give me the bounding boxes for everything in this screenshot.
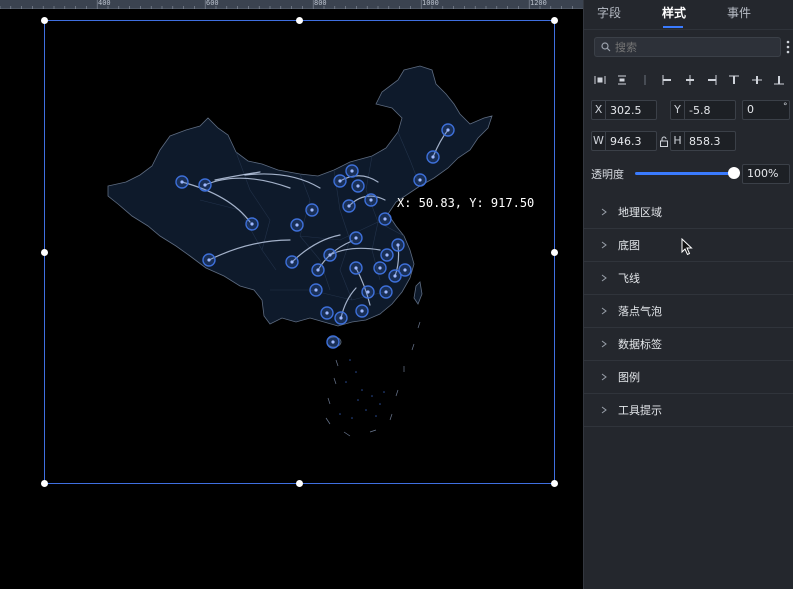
section-label: 落点气泡 [618, 305, 662, 318]
section-label: 底图 [618, 239, 640, 252]
resize-handle-bottom-right[interactable] [551, 480, 558, 487]
section-label: 数据标签 [618, 338, 662, 351]
distribute-vertical-icon[interactable] [614, 72, 630, 88]
section-tooltip[interactable]: 工具提示 [584, 394, 793, 427]
lock-aspect-icon[interactable] [659, 136, 669, 147]
rotation-unit: ° [783, 102, 788, 112]
toolbar-divider [644, 75, 646, 85]
chevron-right-icon [601, 241, 607, 249]
align-bottom-icon[interactable] [771, 72, 787, 88]
align-top-icon[interactable] [726, 72, 742, 88]
section-label: 飞线 [618, 272, 640, 285]
section-label: 工具提示 [618, 404, 662, 417]
resize-handle-top-right[interactable] [551, 17, 558, 24]
opacity-input[interactable]: 100% [742, 164, 790, 184]
chevron-right-icon [601, 208, 607, 216]
y-field[interactable]: Y -5.8 [670, 100, 736, 120]
opacity-slider-handle[interactable] [728, 167, 740, 179]
x-field-value[interactable]: 302.5 [606, 104, 642, 117]
y-field-label: Y [671, 101, 685, 119]
align-center-horizontal-icon[interactable] [682, 72, 698, 88]
chevron-right-icon [601, 406, 607, 414]
section-fly-lines[interactable]: 飞线 [584, 262, 793, 295]
active-tab-indicator [663, 26, 683, 28]
panel-tabs: 字段 样式 事件 [584, 0, 793, 30]
section-data-labels[interactable]: 数据标签 [584, 328, 793, 361]
section-bubbles[interactable]: 落点气泡 [584, 295, 793, 328]
width-field-value[interactable]: 946.3 [606, 135, 642, 148]
resize-handle-bottom[interactable] [296, 480, 303, 487]
section-legend[interactable]: 图例 [584, 361, 793, 394]
chevron-right-icon [601, 307, 607, 315]
resize-handle-bottom-left[interactable] [41, 480, 48, 487]
search-icon [601, 42, 611, 52]
align-left-icon[interactable] [659, 72, 675, 88]
opacity-slider-track[interactable] [635, 172, 735, 175]
height-field-label: H [671, 132, 685, 150]
chevron-right-icon [601, 340, 607, 348]
tab-fields[interactable]: 字段 [584, 0, 634, 30]
height-field-value[interactable]: 858.3 [685, 135, 721, 148]
section-label: 图例 [618, 371, 640, 384]
style-sections: 地理区域 底图 飞线 落点气泡 数据标签 图例 工具提示 [584, 196, 793, 427]
align-right-icon[interactable] [704, 72, 720, 88]
section-geo-region[interactable]: 地理区域 [584, 196, 793, 229]
app-window: 400 600 800 1000 1200 X: 50.83, Y: 917.5… [0, 0, 793, 589]
resize-handle-top-left[interactable] [41, 17, 48, 24]
search-input[interactable] [611, 40, 780, 54]
y-field-value[interactable]: -5.8 [685, 104, 710, 117]
resize-handle-top[interactable] [296, 17, 303, 24]
width-field-label: W [592, 132, 606, 150]
section-label: 地理区域 [618, 206, 662, 219]
chevron-right-icon [601, 373, 607, 381]
mouse-cursor-icon [681, 238, 693, 256]
x-field[interactable]: X 302.5 [591, 100, 657, 120]
resize-handle-left[interactable] [41, 249, 48, 256]
height-field[interactable]: H 858.3 [670, 131, 736, 151]
x-field-label: X [592, 101, 606, 119]
tab-events[interactable]: 事件 [714, 0, 764, 30]
distribute-horizontal-icon[interactable] [592, 72, 608, 88]
more-options-icon[interactable] [785, 39, 791, 55]
align-middle-vertical-icon[interactable] [749, 72, 765, 88]
design-canvas[interactable]: 400 600 800 1000 1200 X: 50.83, Y: 917.5… [0, 0, 583, 589]
chevron-right-icon [601, 274, 607, 282]
resize-handle-right[interactable] [551, 249, 558, 256]
selection-box[interactable] [41, 17, 558, 487]
search-box[interactable] [594, 37, 781, 57]
opacity-label: 透明度 [591, 168, 624, 181]
width-field[interactable]: W 946.3 [591, 131, 657, 151]
alignment-toolbar [592, 72, 787, 88]
